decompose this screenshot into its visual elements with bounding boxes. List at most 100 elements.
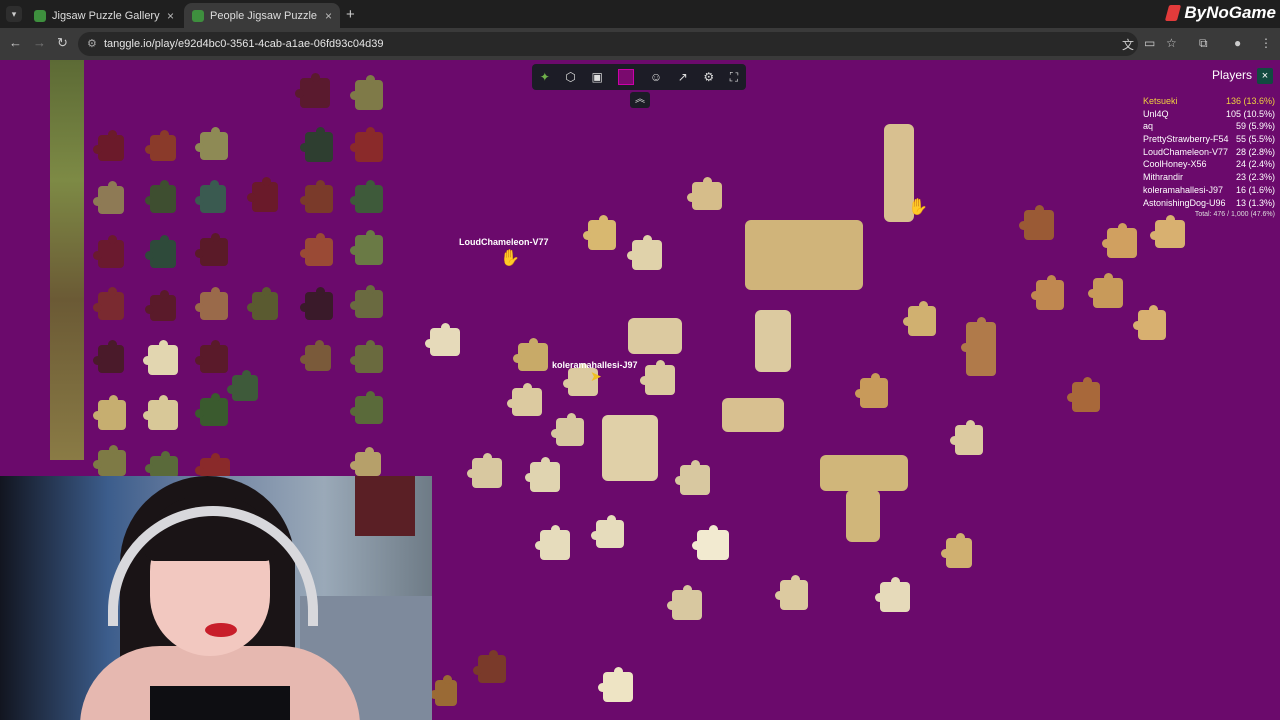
assembled-piece-group[interactable] (846, 490, 880, 542)
translate-icon[interactable]: 文 (1122, 36, 1134, 53)
share-icon[interactable]: ↗ (678, 70, 688, 84)
puzzle-piece[interactable] (473, 650, 506, 683)
puzzle-piece[interactable] (300, 180, 333, 213)
puzzle-piece[interactable] (627, 235, 662, 270)
bookmark-star-icon[interactable]: ☆ (1166, 36, 1177, 50)
assembled-piece-group[interactable] (745, 220, 863, 290)
puzzle-piece[interactable] (1102, 223, 1137, 258)
puzzle-piece[interactable] (667, 585, 702, 620)
puzzle-piece[interactable] (143, 395, 178, 430)
puzzle-piece[interactable] (93, 395, 126, 430)
profile-avatar-icon[interactable]: ● (1234, 36, 1241, 50)
reload-icon[interactable]: ↻ (57, 35, 68, 51)
close-tab-icon[interactable]: × (167, 9, 174, 23)
puzzle-piece[interactable] (300, 287, 333, 320)
puzzle-piece[interactable] (1019, 205, 1054, 240)
puzzle-piece[interactable] (93, 287, 124, 320)
puzzle-piece[interactable] (551, 413, 584, 446)
puzzle-piece[interactable] (350, 75, 383, 110)
puzzle-piece[interactable] (1067, 377, 1100, 412)
puzzle-piece[interactable] (583, 215, 616, 250)
puzzle-piece[interactable] (145, 451, 178, 478)
puzzle-piece[interactable] (692, 525, 729, 560)
assembled-piece-group[interactable] (628, 318, 682, 354)
puzzle-piece[interactable] (300, 127, 333, 162)
puzzle-piece[interactable] (1088, 273, 1123, 308)
assembled-piece-group[interactable] (820, 455, 908, 491)
puzzle-piece[interactable] (93, 235, 124, 268)
assembled-piece-group[interactable] (602, 415, 658, 481)
puzzle-piece[interactable] (1133, 305, 1166, 340)
puzzle-piece[interactable] (145, 180, 176, 213)
puzzle-piece[interactable] (525, 457, 560, 492)
puzzle-piece[interactable] (350, 127, 383, 162)
puzzle-piece[interactable] (350, 285, 383, 318)
puzzle-piece[interactable] (1031, 275, 1064, 310)
puzzle-piece[interactable] (425, 323, 460, 356)
puzzle-piece[interactable] (775, 575, 808, 610)
close-tab-icon[interactable]: × (325, 9, 332, 23)
puzzle-piece[interactable] (195, 180, 226, 213)
preview-image-icon[interactable]: ▣ (591, 70, 602, 84)
puzzle-piece[interactable] (227, 370, 258, 401)
puzzle-piece[interactable] (640, 360, 675, 395)
close-players-button[interactable]: × (1257, 68, 1273, 84)
puzzle-piece[interactable] (247, 287, 278, 320)
puzzle-piece[interactable] (350, 230, 383, 265)
tab-search-icon[interactable]: ▾ (6, 6, 22, 22)
puzzle-piece[interactable] (300, 340, 331, 371)
puzzle-piece[interactable] (513, 338, 548, 371)
puzzle-piece[interactable] (145, 290, 176, 321)
puzzle-piece[interactable] (350, 180, 383, 213)
puzzle-piece[interactable] (855, 373, 888, 408)
puzzle-piece[interactable] (507, 383, 542, 416)
players-icon[interactable]: ☺ (650, 70, 662, 84)
puzzle-piece-icon[interactable]: ⬡ (565, 70, 575, 84)
puzzle-piece[interactable] (195, 453, 230, 478)
puzzle-piece[interactable] (950, 420, 983, 455)
puzzle-piece[interactable] (145, 235, 176, 268)
puzzle-piece[interactable] (1150, 215, 1185, 248)
puzzle-piece[interactable] (687, 177, 722, 210)
puzzle-piece[interactable] (247, 177, 278, 212)
cast-icon[interactable]: ▭ (1144, 36, 1155, 50)
puzzle-piece[interactable] (195, 233, 228, 266)
puzzle-piece[interactable] (675, 460, 710, 495)
background-color-button[interactable] (618, 69, 635, 85)
tab-jigsaw-gallery[interactable]: Jigsaw Puzzle Gallery × (26, 3, 182, 28)
tab-people-jigsaw[interactable]: People Jigsaw Puzzle × (184, 3, 340, 28)
puzzle-piece[interactable] (300, 233, 333, 266)
puzzle-piece[interactable] (143, 340, 178, 375)
puzzle-piece[interactable] (195, 287, 228, 320)
puzzle-piece[interactable] (598, 667, 633, 702)
puzzle-piece[interactable] (467, 453, 502, 488)
puzzle-piece[interactable] (591, 515, 624, 548)
edge-pieces-strip[interactable] (50, 60, 84, 460)
extensions-icon[interactable]: ⧉ (1199, 36, 1208, 51)
collapse-toolbar-icon[interactable]: ︽ (630, 92, 650, 108)
puzzle-piece[interactable] (350, 391, 383, 424)
settings-gear-icon[interactable]: ⚙ (703, 70, 714, 84)
puzzle-piece[interactable] (195, 393, 228, 426)
assembled-piece-group[interactable] (722, 398, 784, 432)
puzzle-piece[interactable] (295, 73, 330, 108)
forward-icon[interactable]: → (33, 35, 46, 50)
puzzle-piece[interactable] (93, 340, 124, 373)
puzzle-piece[interactable] (430, 675, 457, 706)
puzzle-logo-icon[interactable]: ✦ (540, 70, 550, 84)
puzzle-piece[interactable] (195, 340, 228, 373)
menu-icon[interactable]: ⋮ (1260, 36, 1272, 50)
puzzle-piece[interactable] (535, 525, 570, 560)
site-info-icon[interactable]: ⚙ (87, 32, 97, 56)
back-icon[interactable]: ← (9, 35, 22, 50)
assembled-piece-group[interactable] (755, 310, 791, 372)
puzzle-piece[interactable] (875, 577, 910, 612)
puzzle-piece[interactable] (195, 127, 228, 160)
puzzle-piece[interactable] (93, 130, 124, 161)
puzzle-piece[interactable] (145, 130, 176, 161)
puzzle-piece[interactable] (350, 340, 383, 373)
address-bar[interactable]: ⚙ tanggle.io/play/e92d4bc0-3561-4cab-a1a… (78, 32, 1138, 56)
puzzle-piece[interactable] (941, 533, 972, 568)
puzzle-piece[interactable] (93, 181, 124, 214)
fullscreen-icon[interactable]: ⛶ (730, 70, 738, 85)
